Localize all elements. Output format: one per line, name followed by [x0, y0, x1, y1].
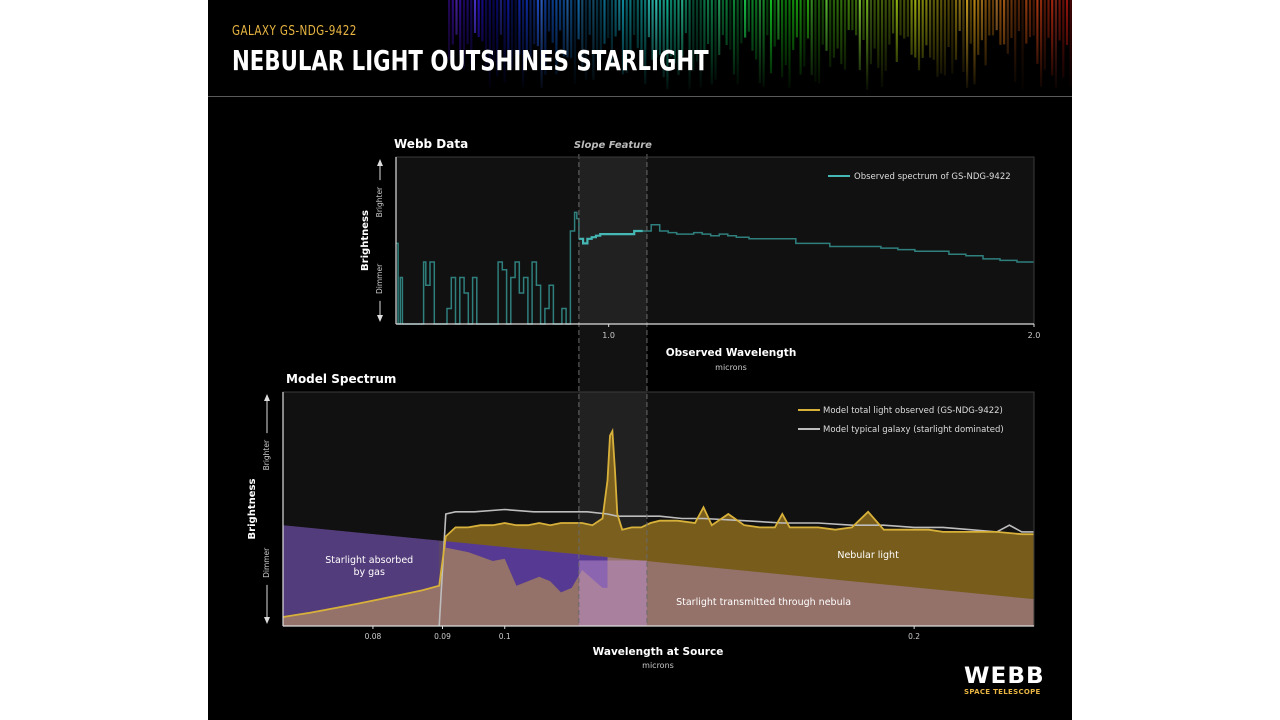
webb-data-x-axis-label: Observed Wavelength	[666, 347, 797, 359]
slope-feature-transmitted	[578, 560, 647, 626]
absorbed-region-label: Starlight absorbed	[325, 555, 413, 566]
model-x-tick-label: 0.09	[434, 632, 451, 641]
webb-data-title: Webb Data	[394, 137, 468, 151]
model-brighter-label: Brighter	[262, 439, 271, 470]
model-x-axis-label: Wavelength at Source	[593, 646, 724, 658]
model-x-tick-label: 0.1	[499, 632, 511, 641]
webb-logo-wordmark: WEBB	[964, 664, 1045, 689]
model-x-tick-label: 0.08	[365, 632, 382, 641]
webb-data-dimmer-label: Dimmer	[375, 263, 384, 294]
transmitted-region-label: Starlight transmitted through nebula	[676, 597, 851, 608]
webb-data-panel	[396, 157, 1034, 324]
webb-data-up-arrow-icon	[377, 159, 383, 166]
model-dimmer-label: Dimmer	[262, 547, 271, 578]
spectra-charts: Webb Data Slope Feature Model Spectrum Brig…	[247, 137, 1041, 670]
legend-typical-label: Model typical galaxy (starlight dominate…	[823, 425, 1004, 435]
legend-model-total-label: Model total light observed (GS-NDG-9422)	[823, 406, 1003, 416]
nebular-region-label: Nebular light	[837, 550, 899, 561]
infographic-poster: GALAXY GS-NDG-9422 NEBULAR LIGHT OUTSHIN…	[208, 0, 1072, 720]
model-up-arrow-icon	[264, 394, 270, 401]
model-x-unit: microns	[642, 661, 674, 670]
absorbed-region-label: by gas	[353, 567, 385, 578]
webb-data-x-tick-label: 1.0	[602, 331, 615, 340]
slope-feature-label: Slope Feature	[574, 140, 652, 151]
webb-data-x-unit: microns	[715, 363, 747, 372]
webb-data-down-arrow-icon	[377, 315, 383, 322]
model-down-arrow-icon	[264, 617, 270, 624]
model-spectrum-title: Model Spectrum	[286, 372, 396, 386]
webb-data-x-tick-label: 2.0	[1028, 331, 1041, 340]
webb-data-brightness-label: Brightness	[360, 210, 371, 271]
webb-data-brighter-label: Brighter	[375, 186, 384, 217]
legend-observed-label: Observed spectrum of GS-NDG-9422	[854, 172, 1011, 182]
webb-logo-subtitle: SPACE TELESCOPE	[964, 688, 1041, 696]
model-brightness-label: Brightness	[247, 479, 258, 540]
model-x-tick-label: 0.2	[908, 632, 920, 641]
